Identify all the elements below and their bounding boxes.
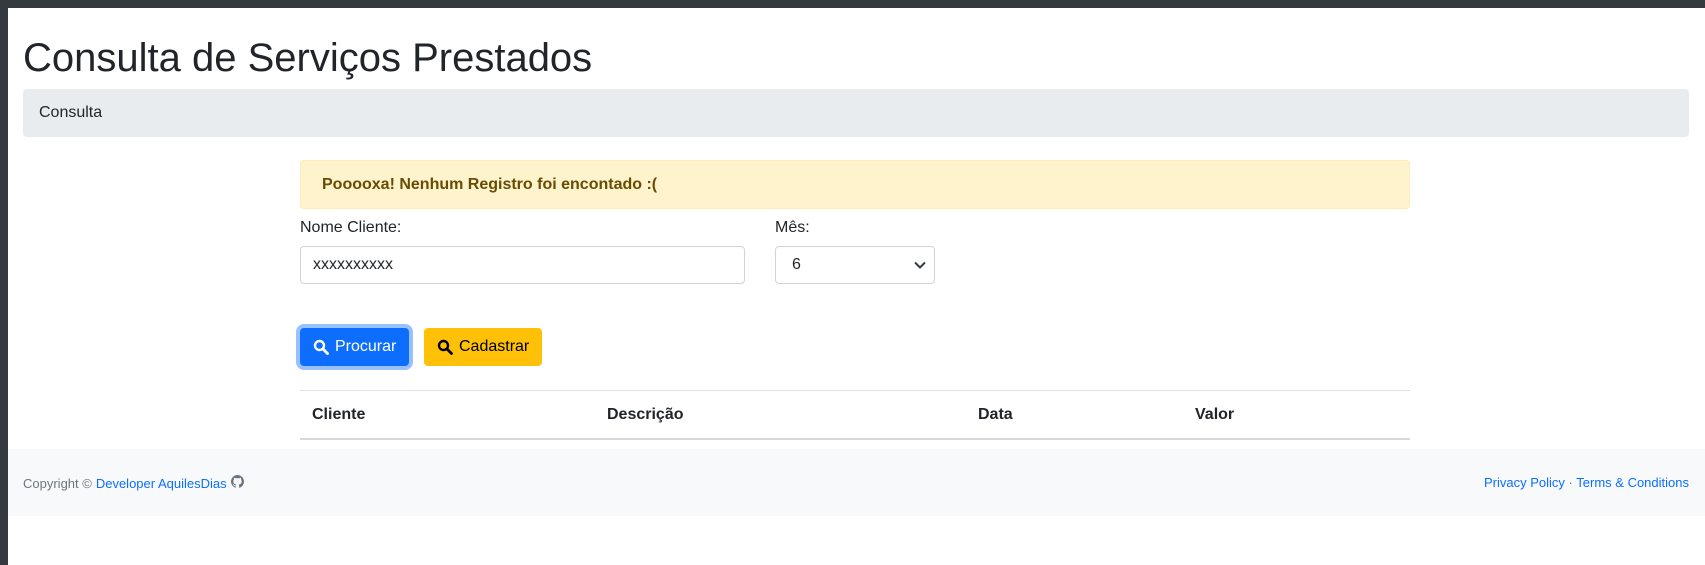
month-select[interactable]: 6 bbox=[775, 246, 935, 284]
register-button-label: Cadastrar bbox=[459, 338, 530, 355]
register-button[interactable]: Cadastrar bbox=[424, 328, 543, 366]
breadcrumb-item-consulta[interactable]: Consulta bbox=[39, 104, 102, 122]
copyright-text: Copyright © bbox=[23, 475, 92, 491]
search-button-label: Procurar bbox=[335, 338, 397, 355]
github-icon[interactable] bbox=[230, 475, 244, 491]
column-header-data: Data bbox=[978, 406, 1013, 423]
footer: Copyright © Developer AquilesDias Privac… bbox=[8, 449, 1705, 516]
month-label: Mês: bbox=[775, 219, 810, 236]
client-name-input[interactable]: xxxxxxxxxx bbox=[300, 246, 745, 284]
month-select-value: 6 bbox=[792, 256, 801, 273]
results-table-header: Cliente Descrição Data Valor bbox=[300, 390, 1410, 440]
column-header-descricao: Descrição bbox=[607, 406, 684, 423]
footer-links: Privacy Policy · Terms & Conditions bbox=[1484, 475, 1689, 490]
privacy-policy-link[interactable]: Privacy Policy bbox=[1484, 475, 1565, 490]
page: Consulta de Serviços Prestados Consulta … bbox=[8, 8, 1705, 565]
column-header-cliente: Cliente bbox=[312, 406, 366, 423]
chevron-down-icon bbox=[914, 258, 926, 272]
column-header-valor: Valor bbox=[1195, 406, 1235, 423]
search-icon bbox=[313, 339, 329, 355]
client-name-label: Nome Cliente: bbox=[300, 219, 402, 236]
search-icon bbox=[437, 339, 453, 355]
page-title: Consulta de Serviços Prestados bbox=[23, 36, 593, 80]
footer-copyright: Copyright © Developer AquilesDias bbox=[23, 475, 244, 491]
client-name-value: xxxxxxxxxx bbox=[313, 256, 393, 273]
terms-conditions-link[interactable]: Terms & Conditions bbox=[1576, 475, 1689, 490]
breadcrumb: Consulta bbox=[23, 89, 1689, 137]
alert-message: Pooooxa! Nenhum Registro foi encontado :… bbox=[322, 175, 658, 193]
search-button[interactable]: Procurar bbox=[300, 328, 410, 366]
footer-separator: · bbox=[1568, 475, 1573, 490]
no-records-alert: Pooooxa! Nenhum Registro foi encontado :… bbox=[300, 160, 1410, 209]
developer-link[interactable]: Developer AquilesDias bbox=[96, 476, 227, 491]
